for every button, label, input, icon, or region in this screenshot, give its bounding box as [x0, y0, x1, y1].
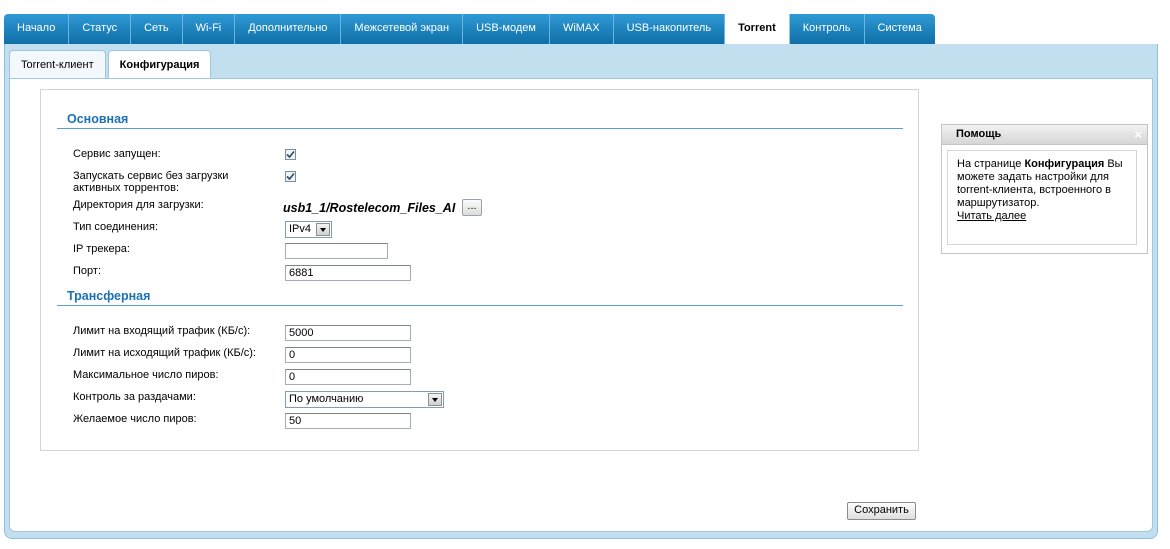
help-body: На странице Конфигурация Вы можете задат… [947, 150, 1137, 245]
connection-type-label: Тип соединения: [73, 221, 158, 233]
service-running-label: Сервис запущен: [73, 148, 161, 160]
check-icon [286, 150, 295, 159]
tab-wifi[interactable]: Wi-Fi [182, 14, 236, 44]
desired-peers-input[interactable] [285, 413, 411, 429]
start-without-active-checkbox[interactable] [285, 171, 296, 182]
upload-limit-input[interactable] [285, 347, 411, 363]
content-panel: Основная Сервис запущен: Запускать серви… [9, 78, 1153, 532]
download-dir-label: Директория для загрузки: [73, 199, 204, 211]
tab-torrent[interactable]: Torrent [725, 14, 790, 44]
subtab-configuration[interactable]: Конфигурация [107, 50, 212, 78]
help-text-bold: Конфигурация [1024, 158, 1105, 170]
subtab-torrent-client[interactable]: Torrent-клиент [9, 50, 106, 78]
chevron-down-icon [428, 393, 442, 406]
section-basic-title: Основная [67, 112, 129, 126]
tab-advanced[interactable]: Дополнительно [235, 14, 342, 44]
tracker-ip-label: IP трекера: [73, 243, 130, 255]
seeding-control-label: Контроль за раздачами: [73, 391, 196, 403]
config-form: Основная Сервис запущен: Запускать серви… [40, 89, 919, 451]
start-without-active-label-line2: активных торрентов: [73, 182, 180, 194]
help-read-more-link[interactable]: Читать далее [957, 210, 1026, 222]
connection-type-value: IPv4 [289, 223, 312, 235]
section-divider [57, 128, 903, 129]
check-icon [286, 172, 295, 181]
chevron-down-icon [316, 223, 330, 236]
max-peers-label: Максимальное число пиров: [73, 369, 219, 381]
upload-limit-label: Лимит на исходящий трафик (КБ/с): [73, 347, 256, 359]
port-label: Порт: [73, 265, 101, 277]
help-text-prefix: На странице [957, 158, 1025, 170]
tracker-ip-input[interactable] [285, 243, 388, 259]
tab-firewall[interactable]: Межсетевой экран [341, 14, 464, 44]
save-button[interactable]: Сохранить [847, 502, 916, 520]
help-panel: Помощь × На странице Конфигурация Вы мож… [941, 124, 1148, 254]
tab-wimax[interactable]: WiMAX [549, 14, 614, 44]
sub-nav: Torrent-клиент Конфигурация [9, 50, 213, 78]
connection-type-select[interactable]: IPv4 [285, 221, 332, 238]
service-running-checkbox[interactable] [285, 149, 296, 160]
close-icon[interactable]: × [1134, 125, 1142, 144]
download-dir-value: usb1_1/Rostelecom_Files_AI [283, 201, 456, 215]
help-title: Помощь [956, 128, 1002, 140]
max-peers-input[interactable] [285, 369, 411, 385]
tab-status[interactable]: Статус [69, 14, 132, 44]
tab-usb-storage[interactable]: USB-накопитель [613, 14, 726, 44]
tab-usb-modem[interactable]: USB-модем [463, 14, 550, 44]
download-limit-input[interactable] [285, 325, 411, 341]
content-frame: Torrent-клиент Конфигурация Основная Сер… [4, 44, 1158, 539]
tab-network[interactable]: Сеть [131, 14, 183, 44]
browse-button[interactable]: ... [462, 199, 482, 216]
main-nav: Начало Статус Сеть Wi-Fi Дополнительно М… [4, 14, 935, 44]
desired-peers-label: Желаемое число пиров: [73, 413, 197, 425]
download-limit-label: Лимит на входящий трафик (КБ/с): [73, 325, 251, 337]
seeding-control-select[interactable]: По умолчанию [285, 391, 444, 408]
tab-system[interactable]: Система [864, 14, 935, 44]
tab-control[interactable]: Контроль [789, 14, 865, 44]
tab-home[interactable]: Начало [4, 14, 70, 44]
port-input[interactable] [285, 265, 411, 281]
section-divider [57, 305, 903, 306]
start-without-active-label: Запускать сервис без загрузки активных т… [73, 170, 228, 194]
help-header: Помощь × [942, 125, 1147, 145]
section-transfer-title: Трансферная [67, 289, 151, 303]
seeding-control-value: По умолчанию [289, 393, 364, 405]
start-without-active-label-line1: Запускать сервис без загрузки [73, 170, 229, 182]
